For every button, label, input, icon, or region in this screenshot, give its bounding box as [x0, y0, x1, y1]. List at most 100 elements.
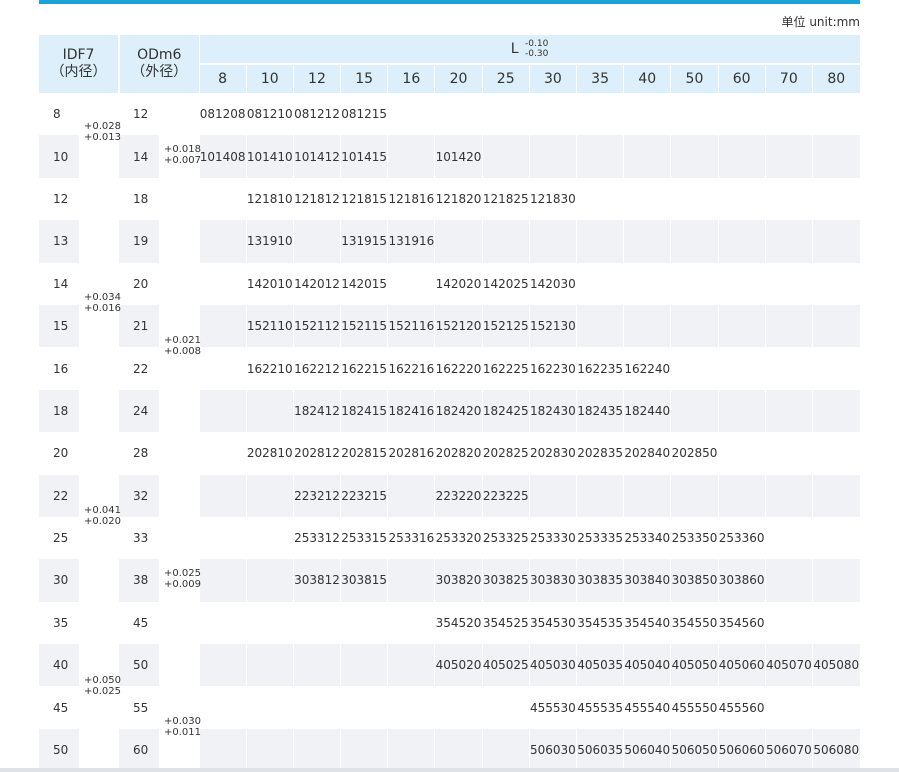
outer-diameter-cell: 20 — [119, 262, 159, 305]
outer-diameter-cell: 28 — [119, 432, 159, 475]
part-number-cell — [717, 474, 766, 517]
table-row: 15 21 152110 152112 152115 152116 152120 152125… — [39, 304, 860, 348]
outer-diameter-cell: 38 — [119, 559, 159, 602]
part-number-cell — [245, 644, 294, 687]
part-number-cell — [292, 644, 341, 687]
part-number-cell — [670, 220, 719, 263]
part-number-cell — [387, 93, 435, 136]
part-number-cell: 253325 — [481, 516, 530, 560]
part-number-cell: 253360 — [717, 516, 766, 560]
inner-diameter-cell: 50 — [39, 728, 79, 772]
part-number-cell — [623, 135, 671, 178]
part-number-cell — [198, 601, 247, 645]
part-number-cell — [481, 728, 530, 772]
part-number-cell — [575, 177, 624, 221]
part-number-cell — [292, 601, 341, 645]
part-number-cell: 405025 — [481, 644, 530, 687]
table-row: 13 19 131910 131915 131916 — [39, 220, 860, 263]
part-number-cell: 121810 — [245, 177, 294, 221]
outer-diameter-cell: 50 — [119, 644, 159, 687]
part-number-cell — [387, 601, 435, 645]
od-tolerance-lower: +0.009 — [164, 579, 202, 590]
part-number-cell: 121830 — [528, 177, 577, 221]
part-number-cell — [764, 135, 813, 178]
part-number-cell: 152112 — [292, 304, 341, 348]
part-number-cell — [198, 389, 247, 433]
part-number-cell: 202816 — [387, 432, 435, 475]
part-number-cell — [340, 644, 388, 687]
od-tolerance: +0.025 +0.009 — [164, 568, 201, 590]
part-number-cell: 162216 — [387, 347, 435, 390]
length-tol-upper: -0.10 — [525, 39, 549, 49]
part-number-cell: 121815 — [340, 177, 388, 221]
id-tolerance-cell — [79, 728, 119, 772]
part-number-cell — [811, 559, 860, 602]
part-number-cell: 303820 — [434, 559, 483, 602]
part-number-cell: 162225 — [481, 347, 530, 390]
inner-diameter-cell: 14 — [39, 262, 79, 305]
part-number-cell: 253340 — [623, 516, 671, 560]
part-number-cell — [198, 177, 247, 221]
part-number-cell — [764, 516, 813, 560]
part-number-cell — [623, 177, 671, 221]
part-number-cell: 455530 — [528, 686, 577, 729]
outer-diameter-cell: 22 — [119, 347, 159, 390]
part-number-cell: 152125 — [481, 304, 530, 348]
inner-diameter-cell: 40 — [39, 644, 79, 687]
part-number-cell: 142012 — [292, 262, 341, 305]
outer-diameter-cell: 33 — [119, 516, 159, 560]
part-number-cell — [481, 220, 530, 263]
part-number-cell — [811, 601, 860, 645]
part-number-cell: 162212 — [292, 347, 341, 390]
part-number-cell: 506035 — [575, 728, 624, 772]
outer-diameter-cell: 32 — [119, 474, 159, 517]
outer-diameter-cell: 19 — [119, 220, 159, 263]
part-number-cell: 303815 — [340, 559, 388, 602]
part-number-cell — [764, 474, 813, 517]
outer-diameter-cell: 18 — [119, 177, 159, 221]
od-tolerance-cell — [159, 432, 199, 475]
part-number-cell — [670, 389, 719, 433]
part-number-cell — [670, 474, 719, 517]
part-number-cell — [387, 728, 435, 772]
part-number-cell — [198, 516, 247, 560]
part-number-cell: 405060 — [717, 644, 766, 687]
od-tolerance-upper: +0.025 — [164, 568, 202, 579]
unit-label: 单位 unit:mm — [781, 15, 861, 29]
part-number-cell: 506060 — [717, 728, 766, 772]
part-number-cell: 121820 — [434, 177, 483, 221]
part-number-cell: 405050 — [670, 644, 719, 687]
part-number-cell: 405020 — [434, 644, 483, 687]
part-number-cell — [434, 728, 483, 772]
part-number-cell — [670, 304, 719, 348]
length-tolerance: -0.10 -0.30 — [525, 39, 548, 59]
part-number-cell: 455560 — [717, 686, 766, 729]
part-number-cell — [811, 432, 860, 475]
part-number-cell: 202825 — [481, 432, 530, 475]
part-number-cell: 162220 — [434, 347, 483, 390]
part-number-cell — [198, 559, 247, 602]
part-number-cell: 121825 — [481, 177, 530, 221]
table-row: 22 32 223212 223215 223220 223225 — [39, 474, 860, 517]
part-number-cell: 506050 — [670, 728, 719, 772]
part-number-cell — [623, 220, 671, 263]
table-row: 16 22 162210 162212 162215 162216 162220 162225… — [39, 347, 860, 390]
part-number-cell: 121816 — [387, 177, 435, 221]
part-number-cell: 354535 — [575, 601, 624, 645]
part-number-cell — [198, 262, 247, 305]
part-number-cell: 354530 — [528, 601, 577, 645]
inner-diameter-cell: 8 — [39, 93, 79, 136]
od-tolerance: +0.018 +0.007 — [164, 144, 201, 166]
id-tolerance-upper: +0.041 — [84, 505, 122, 516]
part-number-cell — [717, 262, 766, 305]
part-number-cell — [528, 220, 577, 263]
part-number-cell — [670, 262, 719, 305]
inner-diameter-cell: 20 — [39, 432, 79, 475]
part-number-cell: 081212 — [292, 93, 341, 136]
part-number-cell: 152130 — [528, 304, 577, 348]
part-number-cell: 253312 — [292, 516, 341, 560]
part-number-cell: 202820 — [434, 432, 483, 475]
part-number-cell: 253316 — [387, 516, 435, 560]
part-number-cell — [764, 304, 813, 348]
part-number-cell — [575, 93, 624, 136]
